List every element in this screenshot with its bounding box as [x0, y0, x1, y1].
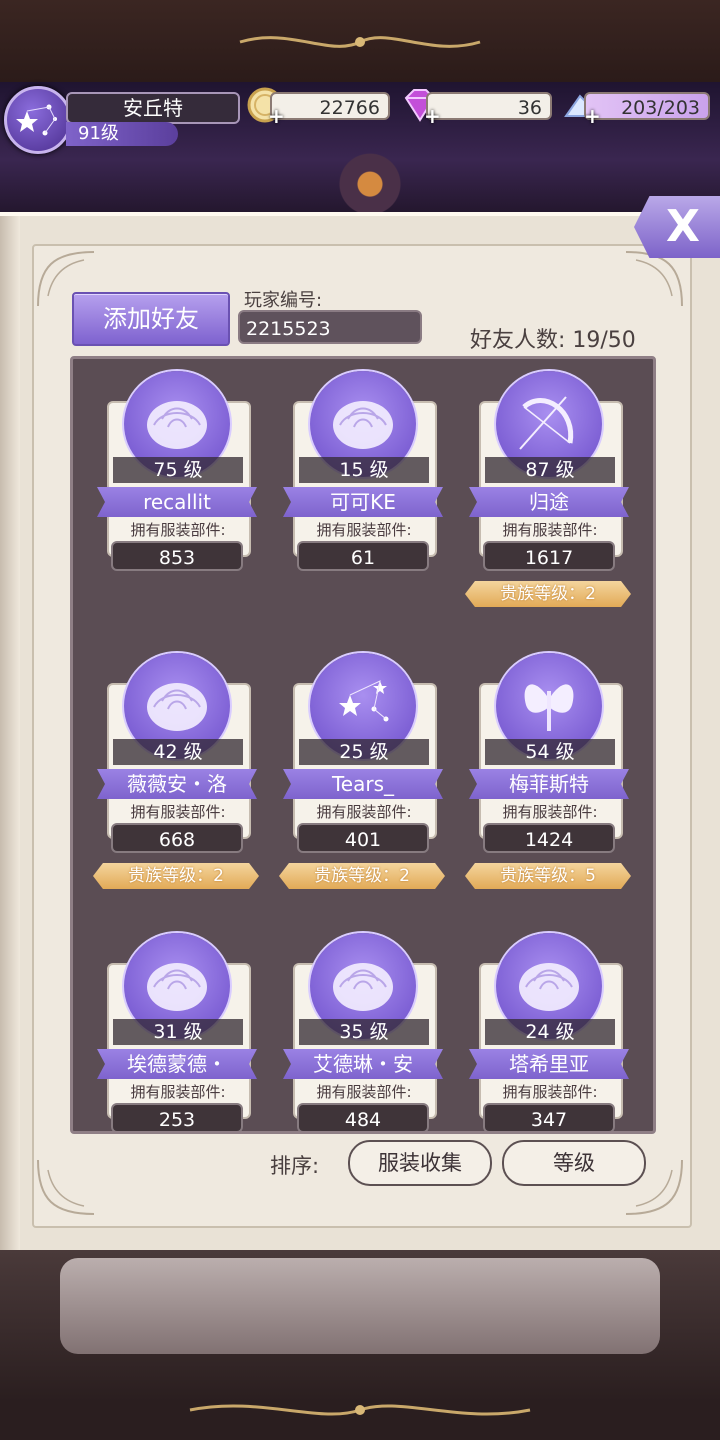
friend-level: 42 级: [113, 739, 243, 765]
owned-items-label: 拥有服装部件:: [130, 1083, 226, 1101]
owned-items-label: 拥有服装部件:: [316, 1083, 412, 1101]
sort-by-level-button[interactable]: 等级: [502, 1140, 646, 1186]
friend-card[interactable]: 25 级 Tears_ 拥有服装部件: 401 贵族等级：2: [279, 653, 445, 933]
owned-items-label: 拥有服装部件:: [316, 521, 412, 539]
friend-name: 埃德蒙德・: [97, 1049, 257, 1079]
add-diamond-button[interactable]: +: [424, 106, 441, 126]
rose-icon: [333, 963, 393, 1011]
butterfly-icon: [524, 684, 574, 731]
sort-label: 排序:: [270, 1154, 320, 1178]
friends-grid[interactable]: 75 级 recallit 拥有服装部件: 853 15 级 可可KE 拥有服装…: [70, 356, 656, 1134]
owned-items-count: 853: [111, 541, 243, 571]
owned-items-label: 拥有服装部件:: [130, 521, 226, 539]
owned-items-count: 1617: [483, 541, 615, 571]
flourish-ornament-icon: [189, 1404, 531, 1416]
friend-level: 15 级: [299, 457, 429, 483]
owned-items-count: 401: [297, 823, 429, 853]
friend-name: 梅菲斯特: [469, 769, 629, 799]
owned-items-count: 253: [111, 1103, 243, 1131]
player-avatar[interactable]: [4, 86, 72, 154]
owned-items-label: 拥有服装部件:: [502, 1083, 598, 1101]
friend-card[interactable]: 35 级 艾德琳・安 拥有服装部件: 484: [283, 933, 443, 1131]
noble-rank-badge: 贵族等级：2: [93, 863, 259, 889]
player-level: 91级: [66, 122, 178, 146]
friend-level: 35 级: [299, 1019, 429, 1045]
owned-items-label: 拥有服装部件:: [130, 803, 226, 821]
owned-items-label: 拥有服装部件:: [502, 803, 598, 821]
owned-items-label: 拥有服装部件:: [316, 803, 412, 821]
top-decor-band: [0, 0, 720, 84]
friend-name: 归途: [469, 487, 629, 517]
add-stamina-button[interactable]: +: [584, 106, 601, 126]
friend-name: Tears_: [283, 769, 443, 799]
friend-level: 24 级: [485, 1019, 615, 1045]
friend-count: 好友人数: 19/50: [470, 328, 636, 353]
friend-name: recallit: [97, 487, 257, 517]
owned-items-count: 61: [297, 541, 429, 571]
friend-card[interactable]: 42 级 薇薇安・洛 拥有服装部件: 668 贵族等级：2: [93, 653, 259, 933]
rose-icon: [147, 683, 207, 731]
friend-card[interactable]: 75 级 recallit 拥有服装部件: 853: [97, 371, 257, 651]
owned-items-count: 1424: [483, 823, 615, 853]
gold-amount: 22766: [270, 92, 390, 120]
flourish-ornament-icon: [239, 36, 481, 48]
friend-name: 可可KE: [283, 487, 443, 517]
amber-gem-ornament: [330, 150, 410, 212]
friend-card[interactable]: 87 级 归途 拥有服装部件: 1617 贵族等级：2: [465, 371, 631, 651]
owned-items-count: 347: [483, 1103, 615, 1131]
friend-card[interactable]: 15 级 可可KE 拥有服装部件: 61: [283, 371, 443, 651]
noble-rank-badge: 贵族等级：2: [465, 581, 631, 607]
add-gold-button[interactable]: +: [268, 106, 285, 126]
friend-name: 薇薇安・洛: [97, 769, 257, 799]
player-id-label: 玩家编号:: [244, 290, 323, 311]
friend-name: 塔希里亚: [469, 1049, 629, 1079]
constellation-icon: [339, 680, 389, 722]
friend-level: 31 级: [113, 1019, 243, 1045]
add-friend-button[interactable]: 添加好友: [72, 292, 230, 346]
corner-ornament-icon: [37, 1159, 95, 1215]
friend-card[interactable]: 24 级 塔希里亚 拥有服装部件: 347: [469, 933, 629, 1131]
rose-icon: [519, 963, 579, 1011]
rose-icon: [147, 401, 207, 449]
player-id-input[interactable]: 2215523: [238, 310, 422, 344]
friend-card[interactable]: 31 级 埃德蒙德・ 拥有服装部件: 253: [97, 933, 257, 1131]
owned-items-count: 668: [111, 823, 243, 853]
vanity-table-decor: [60, 1258, 660, 1354]
stamina-amount: 203/203: [584, 92, 710, 120]
close-button[interactable]: X: [634, 196, 720, 258]
diamond-amount: 36: [426, 92, 552, 120]
player-name: 安丘特: [66, 92, 240, 124]
owned-items-count: 484: [297, 1103, 429, 1131]
noble-rank-badge: 贵族等级：2: [279, 863, 445, 889]
constellation-icon: [16, 104, 57, 136]
owned-items-label: 拥有服装部件:: [502, 521, 598, 539]
rose-icon: [333, 401, 393, 449]
sort-by-outfit-button[interactable]: 服装收集: [348, 1140, 492, 1186]
friend-level: 25 级: [299, 739, 429, 765]
friend-name: 艾德琳・安: [283, 1049, 443, 1079]
rose-icon: [147, 963, 207, 1011]
friend-level: 54 级: [485, 739, 615, 765]
noble-rank-badge: 贵族等级：5: [465, 863, 631, 889]
friend-level: 75 级: [113, 457, 243, 483]
bow-icon: [519, 396, 574, 450]
friend-card[interactable]: 54 级 梅菲斯特 拥有服装部件: 1424 贵族等级：5: [465, 653, 631, 933]
friend-level: 87 级: [485, 457, 615, 483]
